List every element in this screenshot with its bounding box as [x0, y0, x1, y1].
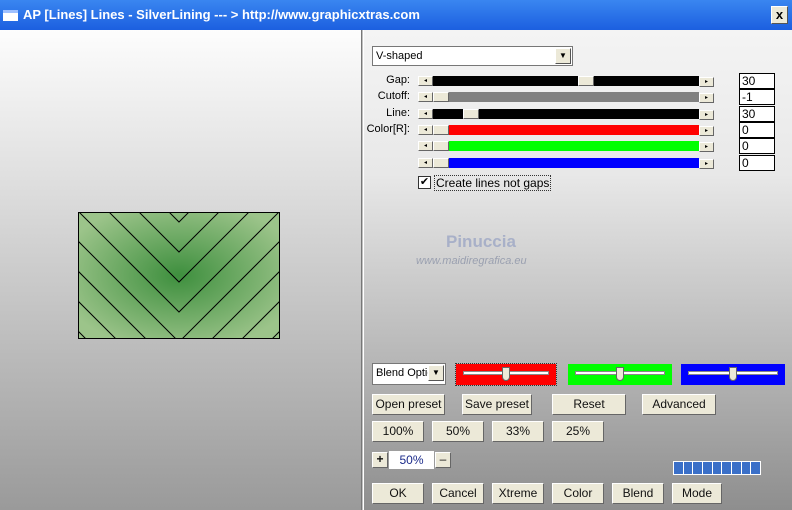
- zoom-preset-button[interactable]: 100%: [372, 421, 424, 442]
- color-slider[interactable]: [568, 364, 672, 385]
- action-button[interactable]: Mode: [672, 483, 722, 504]
- slider-label: Gap:: [386, 74, 410, 86]
- slider-track[interactable]: [433, 141, 699, 152]
- create-lines-checkbox[interactable]: ✔: [418, 176, 431, 189]
- preset-button[interactable]: Advanced: [642, 394, 716, 415]
- progress-segment: [712, 462, 722, 474]
- action-button[interactable]: Color: [552, 483, 604, 504]
- slider-label: Color[R]:: [366, 122, 410, 135]
- arrow-right-icon[interactable]: ▸: [699, 109, 714, 120]
- arrow-right-icon[interactable]: ▸: [699, 125, 714, 136]
- zoom-value[interactable]: 50%: [389, 451, 434, 469]
- arrow-right-icon[interactable]: ▸: [699, 142, 714, 153]
- arrow-right-icon[interactable]: ▸: [699, 158, 714, 169]
- arrow-left-icon[interactable]: ◂: [418, 108, 433, 119]
- progress-segment: [741, 462, 751, 474]
- slider-thumb[interactable]: [463, 108, 479, 119]
- preview-image: [78, 212, 280, 339]
- slider-thumb[interactable]: [578, 76, 594, 86]
- zoom-out-button[interactable]: –: [435, 452, 451, 468]
- shape-select-value: V-shaped: [376, 50, 423, 62]
- progress-bar: [672, 460, 762, 476]
- zoom-preset-button[interactable]: 33%: [492, 421, 544, 442]
- slider-thumb[interactable]: [502, 367, 510, 381]
- shape-select[interactable]: V-shaped ▼: [372, 46, 573, 66]
- chevron-down-icon[interactable]: ▼: [428, 365, 444, 381]
- arrow-left-icon[interactable]: ◂: [418, 141, 433, 152]
- slider-track[interactable]: [433, 76, 699, 86]
- zoom-in-button[interactable]: +: [372, 452, 388, 468]
- arrow-left-icon[interactable]: ◂: [418, 157, 433, 168]
- arrow-left-icon[interactable]: ◂: [418, 124, 433, 135]
- color-slider[interactable]: [455, 363, 557, 386]
- slider-label: Line:: [386, 106, 410, 119]
- progress-segment: [683, 462, 693, 474]
- slider-thumb[interactable]: [433, 157, 449, 168]
- create-lines-label[interactable]: Create lines not gaps: [434, 175, 552, 191]
- progress-segment: [732, 462, 741, 474]
- slider-thumb[interactable]: [616, 367, 624, 381]
- title-bar: AP [Lines] Lines - SilverLining --- > ht…: [0, 0, 792, 30]
- window-title: AP [Lines] Lines - SilverLining --- > ht…: [23, 7, 420, 22]
- preset-button[interactable]: Save preset: [462, 394, 532, 415]
- zoom-preset-button[interactable]: 25%: [552, 421, 604, 442]
- slider-label: Cutoff:: [377, 90, 410, 103]
- slider-value[interactable]: 30: [739, 105, 775, 122]
- slider-value[interactable]: -1: [739, 89, 775, 106]
- arrow-right-icon[interactable]: ▸: [699, 93, 714, 104]
- slider-thumb[interactable]: [433, 141, 449, 152]
- action-button[interactable]: Blend: [612, 483, 664, 504]
- slider-value[interactable]: 0: [739, 121, 775, 138]
- action-button[interactable]: OK: [372, 483, 424, 504]
- progress-segment: [693, 462, 703, 474]
- blend-options-select[interactable]: Blend Optio ▼: [372, 363, 446, 385]
- watermark-name: Pinuccia: [446, 232, 516, 251]
- close-button[interactable]: x: [771, 6, 788, 24]
- blend-select-value: Blend Optio: [376, 367, 434, 379]
- slider-thumb[interactable]: [433, 92, 449, 103]
- chevron-down-icon[interactable]: ▼: [555, 48, 571, 64]
- arrow-left-icon[interactable]: ◂: [418, 92, 433, 103]
- progress-segment: [703, 462, 712, 474]
- progress-segment: [722, 462, 732, 474]
- slider-track[interactable]: [433, 92, 699, 103]
- slider-thumb[interactable]: [433, 124, 449, 135]
- slider-track[interactable]: [433, 157, 699, 168]
- controls-panel: V-shaped ▼ ✔ Create lines not gaps Pinuc…: [363, 30, 792, 510]
- progress-segment: [674, 462, 683, 474]
- arrow-left-icon[interactable]: ◂: [418, 76, 433, 86]
- color-slider[interactable]: [681, 364, 785, 385]
- preset-button[interactable]: Reset: [552, 394, 626, 415]
- slider-value[interactable]: 30: [739, 73, 775, 89]
- window-icon: [3, 10, 18, 21]
- action-button[interactable]: Xtreme: [492, 483, 544, 504]
- progress-segment: [751, 462, 761, 474]
- preset-button[interactable]: Open preset: [372, 394, 445, 415]
- zoom-preset-button[interactable]: 50%: [432, 421, 484, 442]
- slider-thumb[interactable]: [729, 367, 737, 381]
- slider-value[interactable]: 0: [739, 154, 775, 171]
- slider-track[interactable]: [433, 124, 699, 135]
- slider-value[interactable]: 0: [739, 138, 775, 155]
- arrow-right-icon[interactable]: ▸: [699, 77, 714, 87]
- preview-panel: [0, 30, 362, 510]
- action-button[interactable]: Cancel: [432, 483, 484, 504]
- watermark-url: www.maidiregrafica.eu: [416, 255, 527, 267]
